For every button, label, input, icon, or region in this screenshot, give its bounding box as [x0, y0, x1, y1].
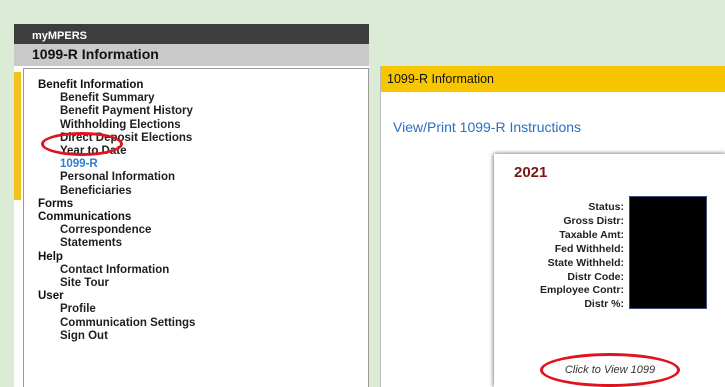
field-label: Gross Distr: [563, 214, 624, 227]
field-label: Status: [588, 201, 624, 213]
sidebar-item-benefit-payment-history[interactable]: Benefit Payment History [38, 105, 195, 118]
sidebar-item-profile[interactable]: Profile [38, 303, 195, 316]
field-label: Fed Withheld: [554, 242, 624, 255]
tax-year: 2021 [514, 164, 548, 181]
sidebar-item-site-tour[interactable]: Site Tour [38, 277, 195, 290]
field-label: Employee Contr: [539, 284, 624, 297]
sidebar-item-correspondence[interactable]: Correspondence [38, 224, 195, 237]
sidebar-item-statements[interactable]: Statements [38, 237, 195, 250]
sidebar-group-help[interactable]: Help [38, 251, 195, 264]
panel-header-title: 1099-R Information [387, 72, 495, 86]
highlight-circle-view [540, 353, 680, 387]
sidebar-item-benefit-summary[interactable]: Benefit Summary [38, 92, 195, 105]
field-label: Distr Code: [567, 270, 624, 283]
sidebar-item-personal-information[interactable]: Personal Information [38, 171, 195, 184]
right-panel: 1099-R Information View/Print 1099-R Ins… [380, 66, 725, 387]
nav-list: Benefit Information Benefit Summary Benefi… [38, 79, 195, 343]
left-panel: myMPERS 1099-R Information Benefit Infor… [14, 24, 369, 387]
field-label: State Withheld: [547, 256, 624, 269]
sidebar-group-forms[interactable]: Forms [38, 198, 195, 211]
sidebar-item-1099-r[interactable]: 1099-R [38, 158, 195, 171]
sidebar-item-beneficiaries[interactable]: Beneficiaries [38, 185, 195, 198]
instructions-link[interactable]: View/Print 1099-R Instructions [393, 119, 581, 135]
left-header: myMPERS 1099-R Information [14, 24, 369, 66]
sidebar-group-benefit-information[interactable]: Benefit Information [38, 79, 195, 92]
highlight-circle-1099 [41, 132, 123, 156]
tax-form-card[interactable]: 2021 Status: Gross Distr: Taxable Amt: Fed … [494, 154, 725, 387]
sidebar-item-communication-settings[interactable]: Communication Settings [38, 317, 195, 330]
sidebar-group-communications[interactable]: Communications [38, 211, 195, 224]
field-label: Taxable Amt: [559, 228, 624, 241]
sidebar-group-user[interactable]: User [38, 290, 195, 303]
panel-header: 1099-R Information [381, 66, 725, 92]
sidebar-item-withholding-elections[interactable]: Withholding Elections [38, 119, 195, 132]
field-labels: Status: Gross Distr: Taxable Amt: Fed Withh… [540, 201, 624, 312]
redacted-values [629, 196, 707, 309]
sidebar-item-sign-out[interactable]: Sign Out [38, 330, 195, 343]
sidebar-nav: Benefit Information Benefit Summary Benefi… [23, 68, 369, 387]
section-title: 1099-R Information [32, 46, 159, 62]
app-title[interactable]: myMPERS [32, 30, 87, 42]
sidebar-item-contact-information[interactable]: Contact Information [38, 264, 195, 277]
field-label: Distr %: [584, 298, 624, 311]
left-accent-bar [14, 72, 21, 200]
